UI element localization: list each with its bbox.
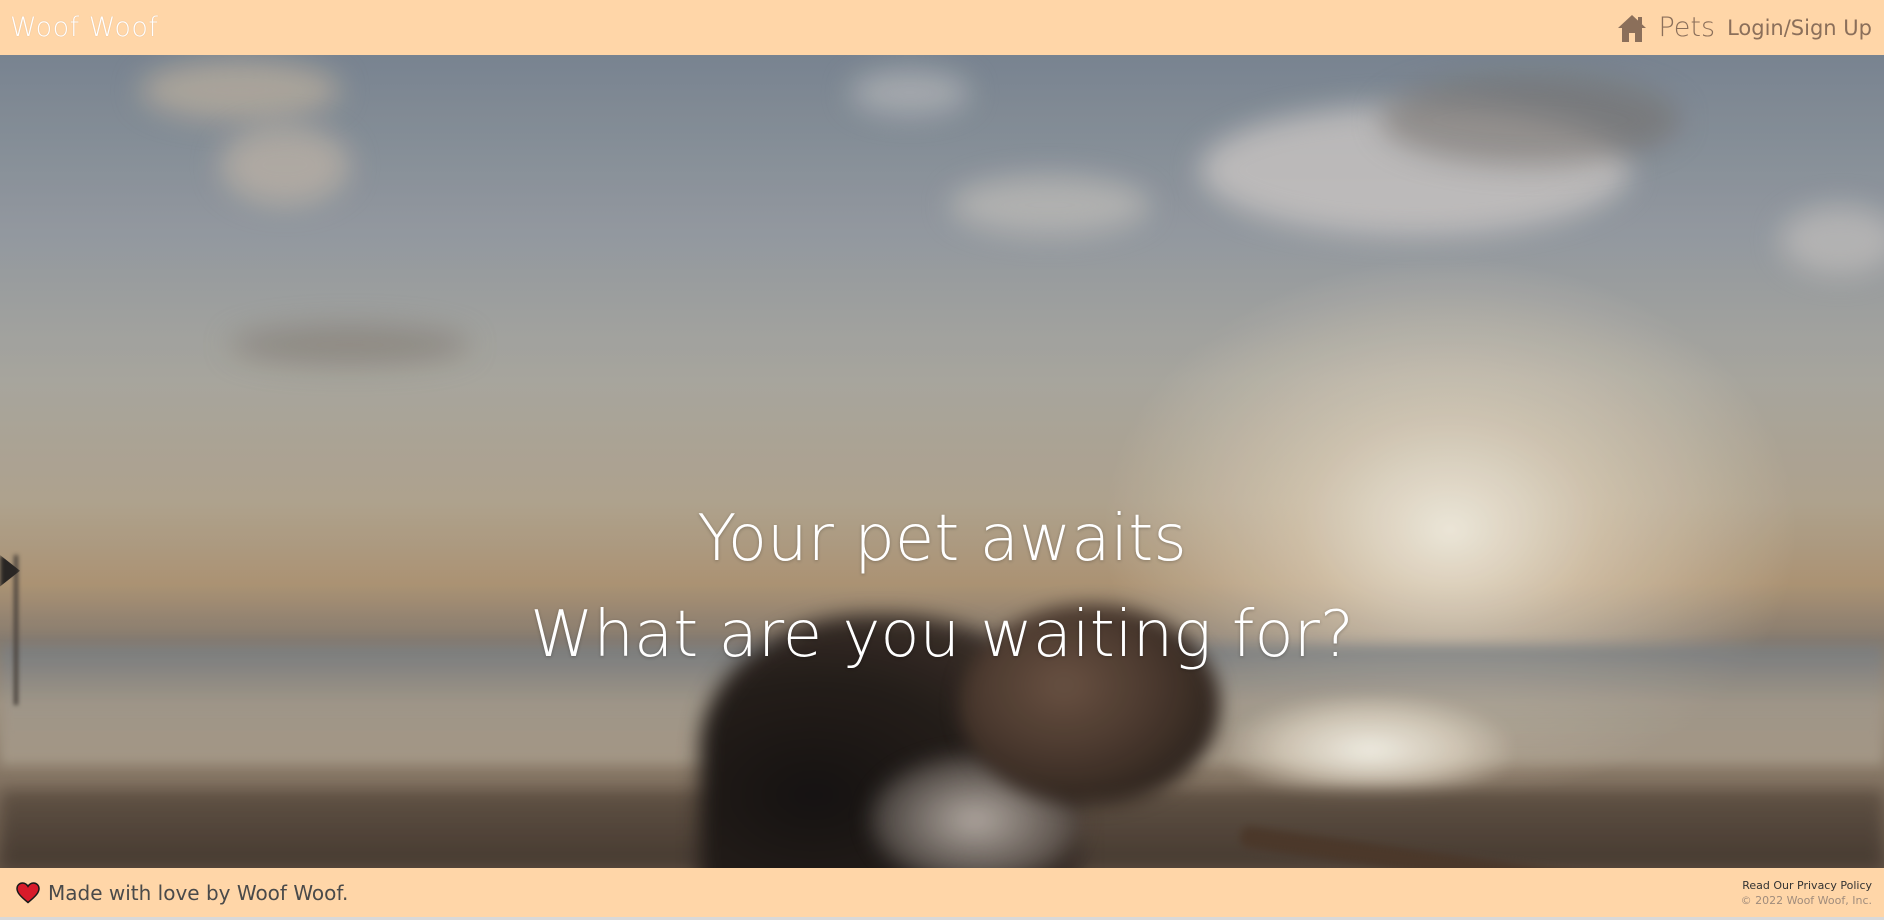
hero-line-2: What are you waiting for? — [530, 598, 1354, 672]
made-with-love-text: Made with love by Woof Woof. — [48, 880, 349, 905]
hero-section: Your pet awaits What are you waiting for… — [0, 55, 1884, 868]
privacy-policy-link[interactable]: Read Our Privacy Policy — [1741, 878, 1872, 893]
heart-icon — [16, 881, 40, 904]
copyright-text: © 2022 Woof Woof, Inc. — [1740, 893, 1872, 907]
footer-legal: Read Our Privacy Policy © 2022 Woof Woof… — [1741, 878, 1872, 908]
login-signup-link[interactable]: Login/Sign Up — [1727, 16, 1872, 40]
hero-line-1: Your pet awaits — [697, 502, 1187, 576]
home-icon — [1617, 13, 1647, 43]
hero-heading: Your pet awaits What are you waiting for… — [0, 491, 1884, 683]
hero-overlay — [0, 55, 1884, 868]
top-navbar: Woof Woof Pets Login/Sign Up — [0, 0, 1884, 55]
brand-logo-link[interactable]: Woof Woof — [10, 12, 158, 43]
footer-credit: Made with love by Woof Woof. — [16, 881, 348, 905]
nav-links: Pets Login/Sign Up — [1617, 0, 1874, 55]
footer: Made with love by Woof Woof. Read Our Pr… — [0, 868, 1884, 917]
pets-label: Pets — [1658, 12, 1716, 43]
pets-nav-link[interactable]: Pets — [1617, 12, 1715, 43]
